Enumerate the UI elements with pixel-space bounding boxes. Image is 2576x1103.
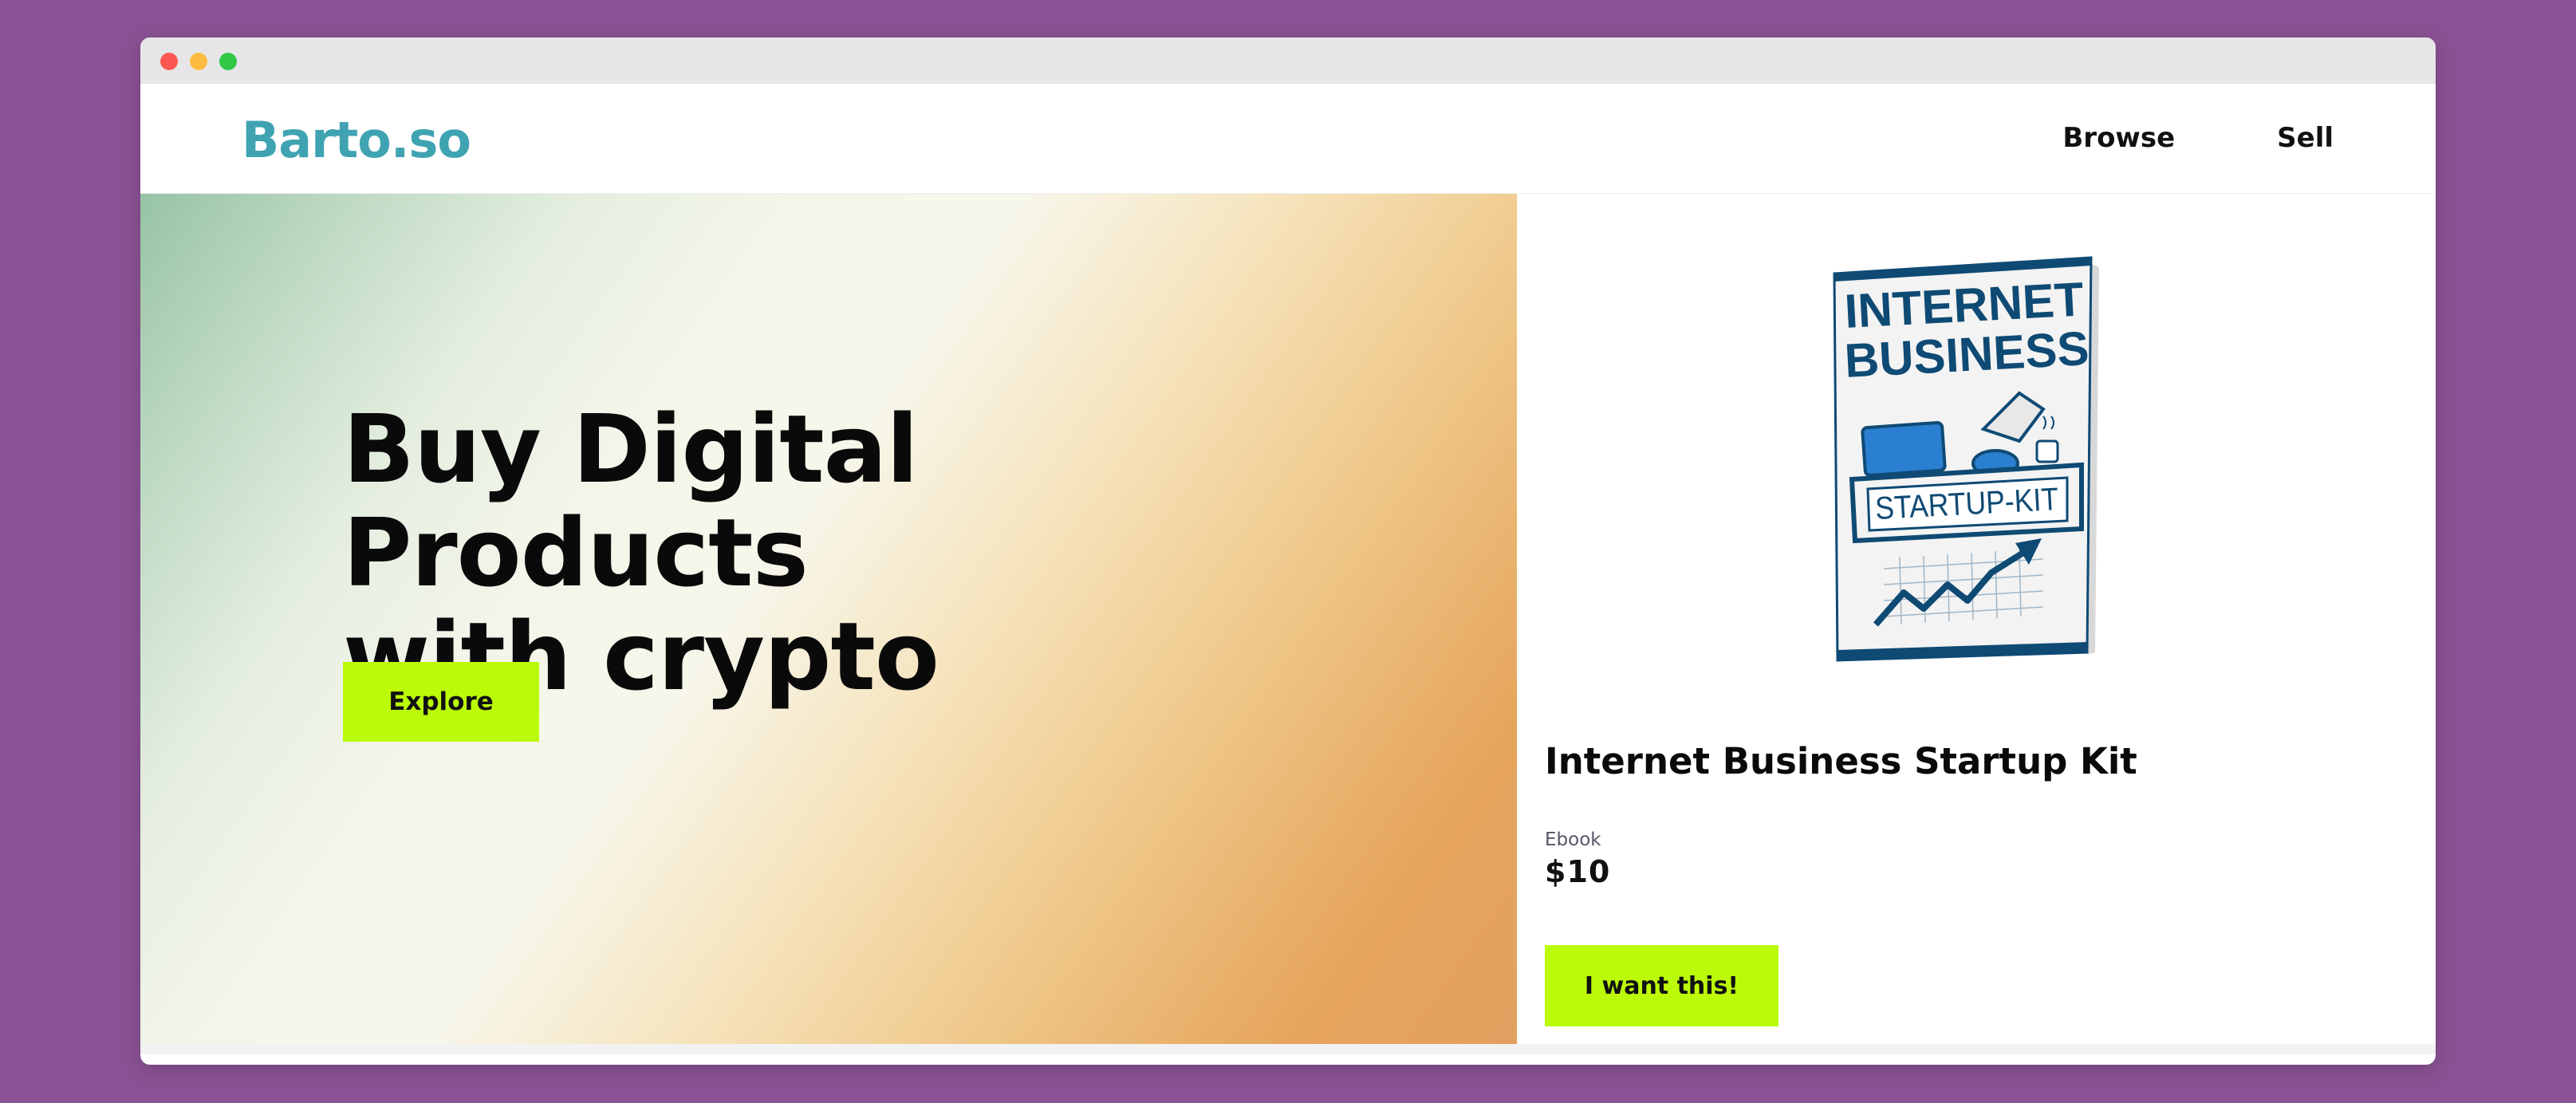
browser-window: Barto.so Browse Sell Buy Digital Product… (140, 37, 2436, 1065)
hero-section: Buy Digital Products with crypto Explore (140, 194, 1517, 1054)
site-logo[interactable]: Barto.so (242, 111, 471, 169)
page-bottom-divider (140, 1044, 2436, 1054)
product-type-label: Ebook (1545, 829, 1601, 850)
maximize-window-icon[interactable] (219, 53, 237, 70)
explore-button[interactable]: Explore (343, 662, 539, 742)
close-window-icon[interactable] (160, 53, 178, 70)
nav-sell-link[interactable]: Sell (2277, 122, 2334, 154)
hero-title-line-1: Buy Digital Products (343, 394, 919, 608)
main-nav: Browse Sell (2062, 122, 2334, 154)
nav-browse-link[interactable]: Browse (2062, 122, 2175, 154)
product-cover-image[interactable]: INTERNET BUSINESS STARTUP-KIT (1828, 250, 2107, 664)
window-titlebar (140, 37, 2436, 84)
featured-product-card: INTERNET BUSINESS STARTUP-KIT Internet B… (1517, 194, 2436, 1054)
i-want-this-button[interactable]: I want this! (1545, 945, 1778, 1026)
page-content: Buy Digital Products with crypto Explore… (140, 194, 2436, 1054)
minimize-window-icon[interactable] (190, 53, 207, 70)
site-header: Barto.so Browse Sell (140, 84, 2436, 194)
product-price: $10 (1545, 854, 1611, 889)
product-title[interactable]: Internet Business Startup Kit (1545, 740, 2137, 782)
